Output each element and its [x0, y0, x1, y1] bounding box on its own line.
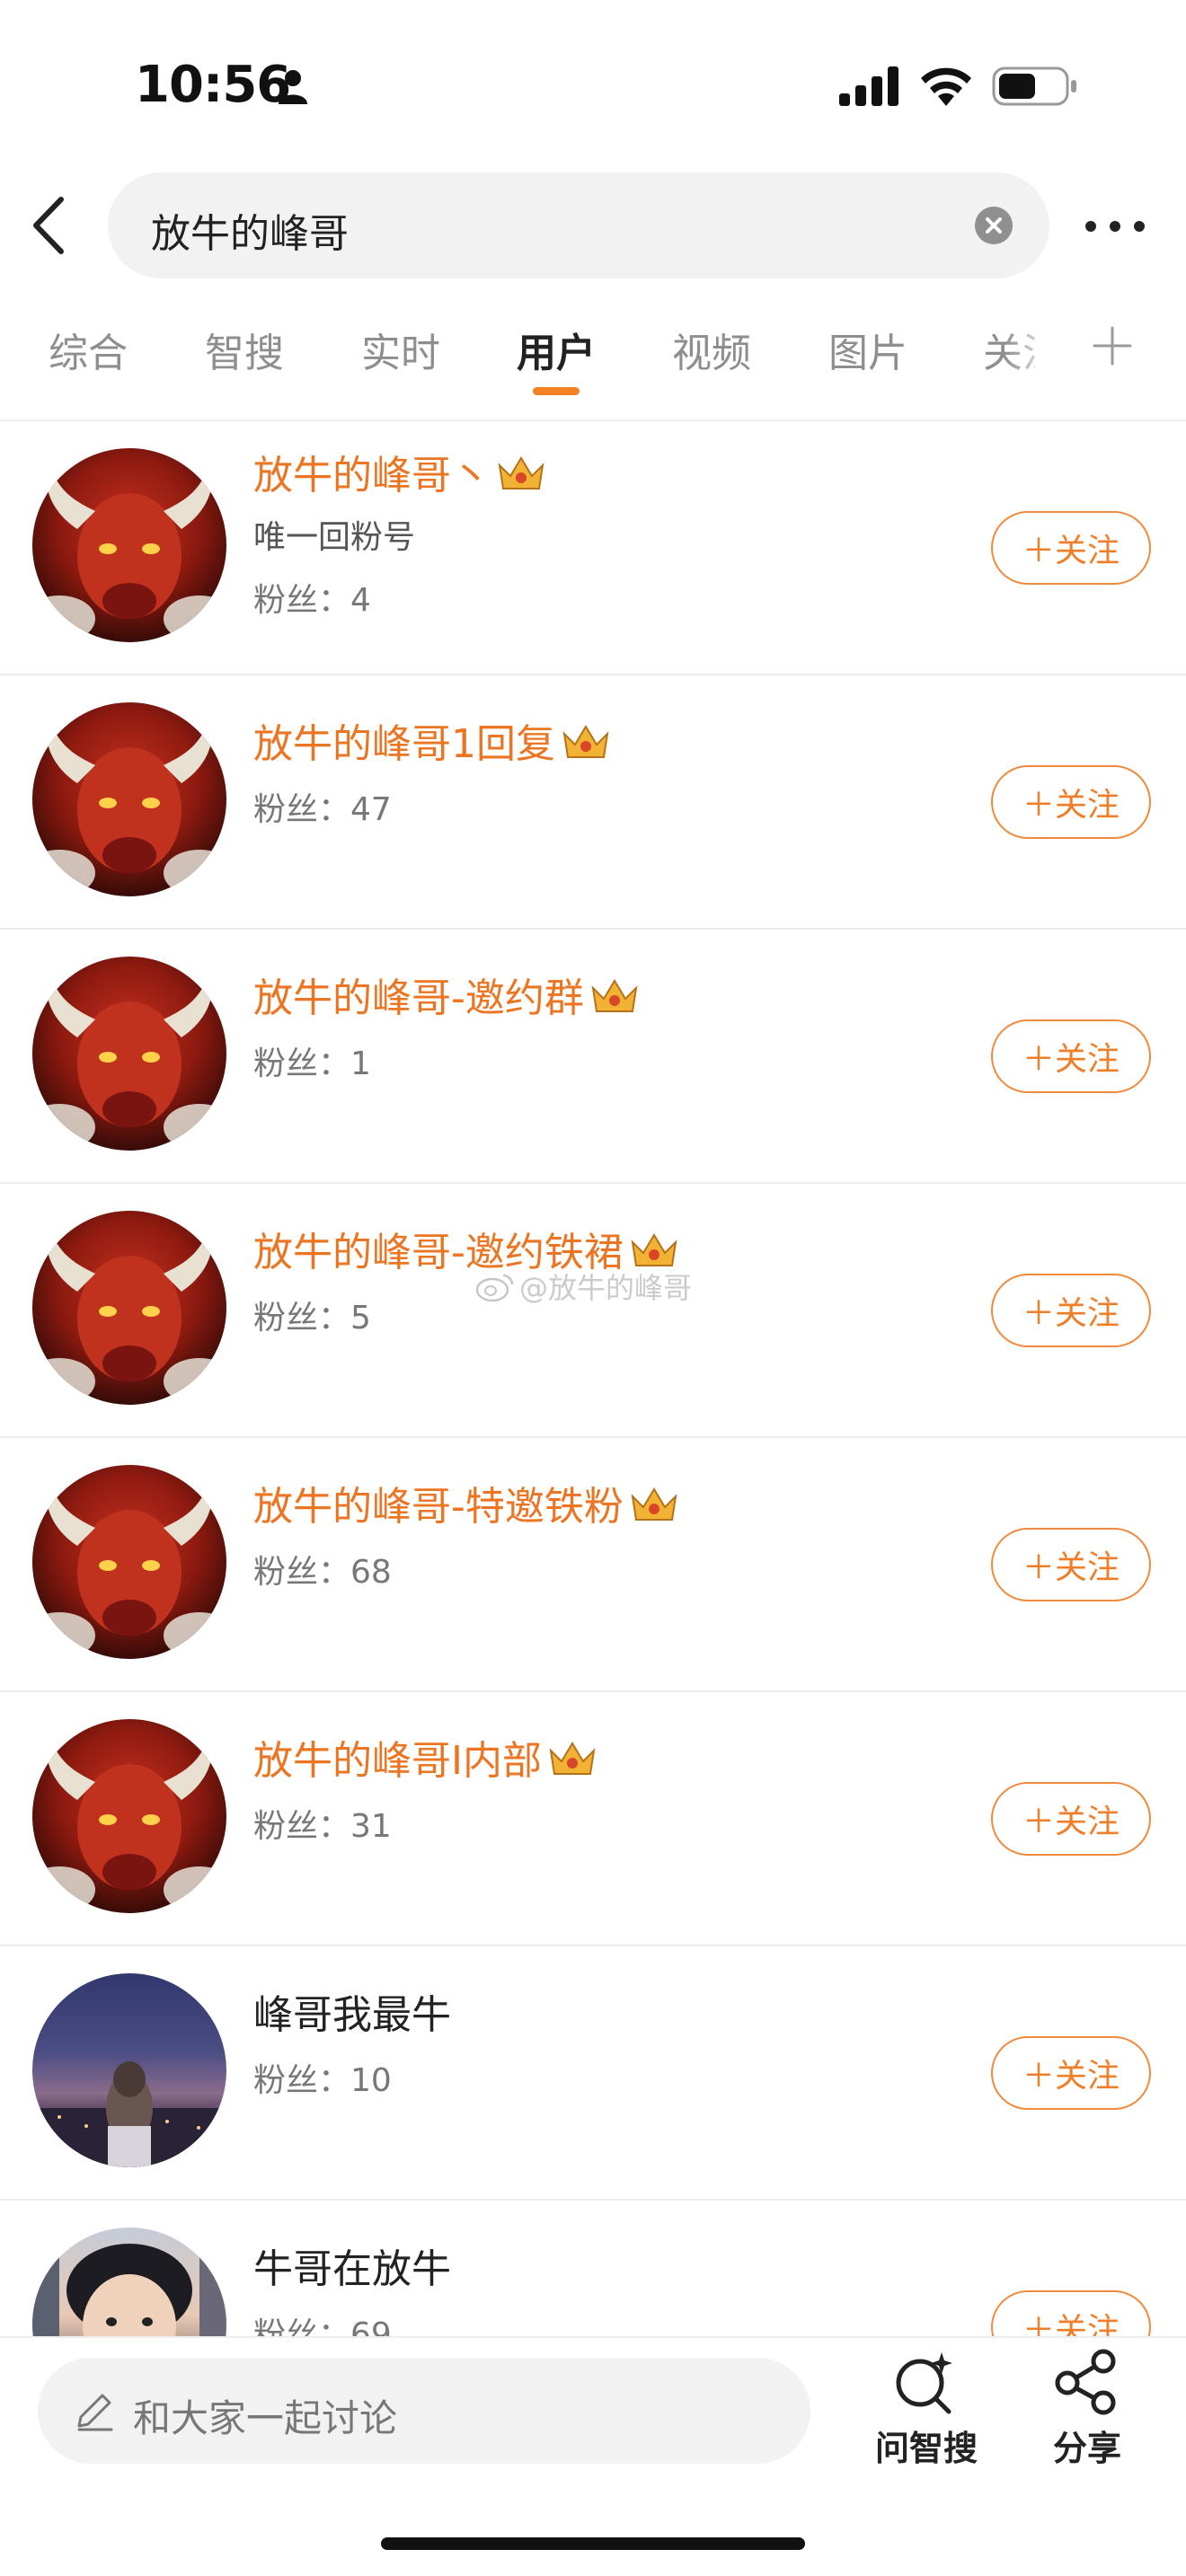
follow-button[interactable]: ＋关注: [991, 765, 1151, 839]
user-row[interactable]: 放牛的峰哥-特邀铁粉 粉丝：68 ＋关注: [0, 1438, 1186, 1692]
watermark-text: @放牛的峰哥: [519, 1271, 693, 1305]
bottom-bar: 和大家一起讨论 问智搜 分享: [0, 2336, 1186, 2576]
search-tabs: 综合 智搜 实时 用户 视频 图片 关注: [0, 310, 1186, 418]
user-list: 放牛的峰哥丶 唯一回粉号 粉丝：4 ＋关注 放牛的峰哥1回复 粉丝：47 ＋关注: [0, 419, 1186, 2336]
tab-用户[interactable]: 用户: [517, 321, 596, 378]
follow-button[interactable]: ＋关注: [991, 1528, 1151, 1601]
wifi-icon: [921, 67, 971, 106]
bull-avatar-art: [32, 1229, 226, 1405]
tab-视频[interactable]: 视频: [672, 321, 751, 378]
ask-ai-search-button[interactable]: 问智搜: [875, 2421, 978, 2470]
search-query-text: 放牛的峰哥: [151, 211, 349, 257]
user-description: 唯一回粉号: [253, 519, 416, 556]
active-tab-indicator: [533, 387, 580, 395]
tab-综合[interactable]: 综合: [49, 321, 128, 378]
tab-fade: [1005, 310, 1058, 400]
follow-button[interactable]: ＋关注: [991, 2036, 1151, 2110]
bull-avatar-art: [32, 466, 226, 642]
user-row[interactable]: 峰哥我最牛 粉丝：10 ＋关注: [0, 1946, 1186, 2201]
crown-icon: [562, 725, 609, 758]
crown-icon: [631, 1487, 677, 1521]
comment-placeholder: 和大家一起讨论: [133, 2396, 398, 2440]
user-row[interactable]: 牛哥在放牛 粉丝：69 ＋关注: [0, 2201, 1186, 2336]
crown-icon: [549, 1742, 596, 1775]
bull-avatar-art: [32, 720, 226, 896]
bull-avatar-art: [32, 1483, 226, 1659]
user-name[interactable]: 放牛的峰哥-特邀铁粉: [253, 1474, 679, 1531]
share-button[interactable]: 分享: [1053, 2421, 1121, 2470]
tab-图片[interactable]: 图片: [828, 321, 907, 378]
tab-实时[interactable]: 实时: [361, 321, 440, 378]
bull-avatar-art: [32, 975, 226, 1151]
tab-智搜[interactable]: 智搜: [205, 321, 284, 378]
weibo-icon: [475, 1274, 514, 1302]
night-city-avatar-art: [32, 2061, 226, 2167]
user-row[interactable]: 放牛的峰哥-邀约铁裙 粉丝：5 ＋关注: [0, 1184, 1186, 1438]
follow-button[interactable]: ＋关注: [991, 2290, 1151, 2336]
clear-icon[interactable]: [975, 207, 1013, 244]
user-name[interactable]: 放牛的峰哥丶: [253, 443, 546, 500]
user-name[interactable]: 放牛的峰哥-邀约群: [253, 966, 640, 1023]
follow-button[interactable]: ＋关注: [991, 1782, 1151, 1856]
user-fans-count: 粉丝：47: [253, 791, 392, 828]
bull-avatar[interactable]: [32, 1465, 226, 1659]
battery-icon: [992, 66, 1076, 106]
status-bar: 10:56: [0, 0, 1186, 162]
pencil-icon: [77, 2394, 113, 2431]
more-icon[interactable]: [1084, 208, 1146, 244]
follow-button[interactable]: ＋关注: [991, 1274, 1151, 1347]
user-fans-count: 粉丝：31: [253, 1808, 392, 1845]
person-icon: [279, 70, 307, 104]
follow-button[interactable]: ＋关注: [991, 511, 1151, 585]
back-icon[interactable]: [27, 196, 72, 255]
ask-ai-search-icon[interactable]: [891, 2349, 958, 2415]
comment-input[interactable]: 和大家一起讨论: [38, 2358, 810, 2464]
user-fans-count: 粉丝：4: [253, 582, 371, 619]
night-city-avatar[interactable]: [32, 1973, 226, 2167]
user-fans-count: 粉丝：68: [253, 1554, 392, 1591]
watermark: @放牛的峰哥: [474, 1268, 693, 1305]
user-name[interactable]: 峰哥我最牛: [253, 1982, 451, 2040]
bull-avatar[interactable]: [32, 957, 226, 1151]
user-fans-count: 粉丝：10: [253, 2062, 392, 2099]
user-name[interactable]: 放牛的峰哥1回复: [253, 711, 611, 769]
bull-avatar[interactable]: [32, 702, 226, 896]
bull-avatar[interactable]: [32, 1719, 226, 1913]
crown-icon: [498, 456, 544, 490]
plus-icon[interactable]: [1093, 326, 1132, 366]
signal-icon: [839, 66, 898, 106]
user-row[interactable]: 放牛的峰哥I内部 粉丝：31 ＋关注: [0, 1692, 1186, 1946]
home-indicator: [381, 2537, 805, 2550]
search-input[interactable]: 放牛的峰哥: [108, 172, 1049, 278]
share-icon[interactable]: [1053, 2349, 1121, 2415]
bull-avatar[interactable]: [32, 448, 226, 642]
user-row[interactable]: 放牛的峰哥丶 唯一回粉号 粉丝：4 ＋关注: [0, 421, 1186, 675]
girl-avatar[interactable]: [32, 2228, 226, 2336]
user-fans-count: 粉丝：69: [253, 2316, 392, 2336]
user-row[interactable]: 放牛的峰哥-邀约群 粉丝：1 ＋关注: [0, 930, 1186, 1184]
user-name[interactable]: 放牛的峰哥I内部: [253, 1728, 597, 1786]
girl-avatar-art: [32, 2228, 226, 2336]
user-fans-count: 粉丝：5: [253, 1300, 371, 1337]
user-row[interactable]: 放牛的峰哥1回复 粉丝：47 ＋关注: [0, 675, 1186, 930]
follow-button[interactable]: ＋关注: [991, 1019, 1151, 1093]
status-time: 10:56: [135, 56, 291, 114]
bull-avatar-art: [32, 1737, 226, 1913]
user-fans-count: 粉丝：1: [253, 1045, 371, 1082]
crown-icon: [591, 979, 638, 1012]
user-name[interactable]: 牛哥在放牛: [253, 2236, 451, 2294]
bull-avatar[interactable]: [32, 1211, 226, 1405]
